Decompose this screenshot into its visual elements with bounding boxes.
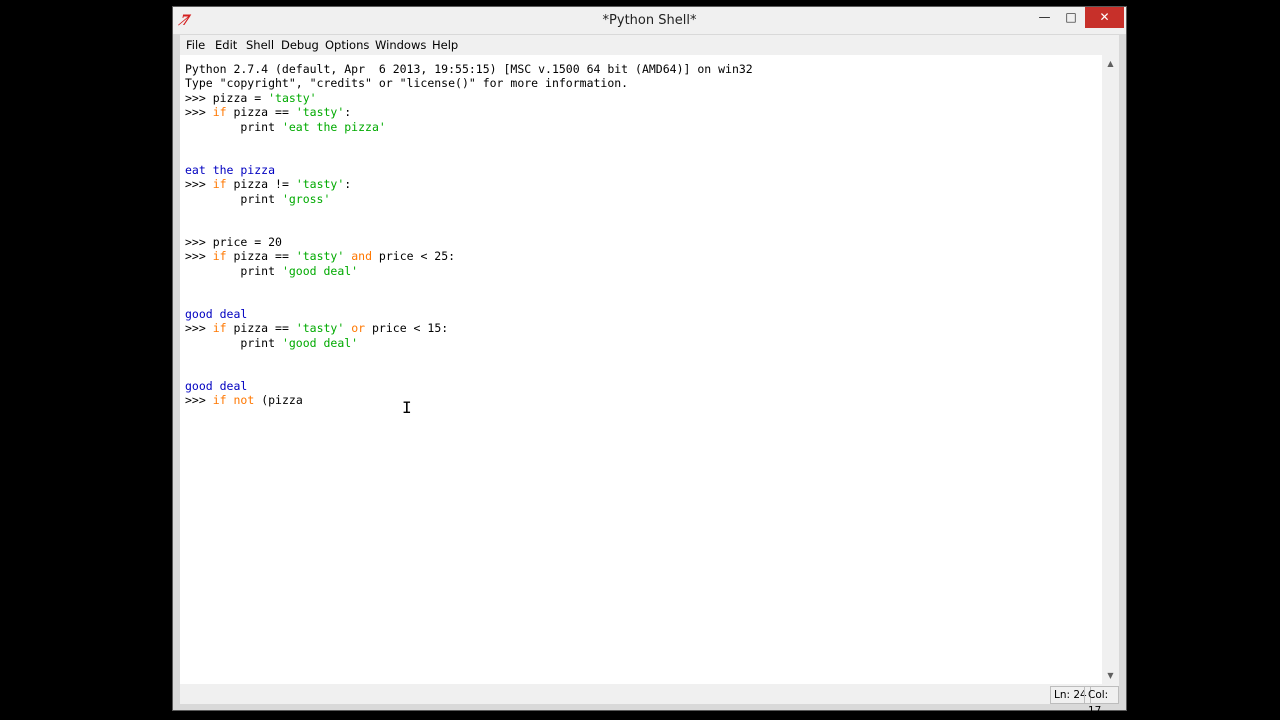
- code-token: print: [185, 119, 282, 134]
- code-token: print: [185, 335, 282, 350]
- code-token: >>> pizza =: [185, 90, 269, 105]
- string-token: 'eat the pizza': [281, 119, 386, 134]
- output-text: good deal: [185, 306, 248, 321]
- keyword-token: if: [212, 249, 227, 264]
- text-cursor-icon: I: [402, 398, 412, 417]
- menu-bar: File Edit Shell Debug Options Windows He…: [180, 35, 1119, 56]
- shell-line: eat the pizza: [185, 163, 275, 177]
- menu-options[interactable]: Options: [325, 35, 369, 55]
- code-token: price < 25:: [372, 249, 456, 264]
- menu-edit[interactable]: Edit: [215, 35, 237, 55]
- shell-line: >>> if pizza == 'tasty' or price < 15:: [185, 321, 448, 335]
- code-token: >>>: [185, 393, 213, 408]
- string-token: 'good deal': [281, 263, 359, 278]
- code-token: :: [344, 177, 352, 192]
- keyword-token: and: [351, 249, 372, 264]
- code-token: pizza ==: [226, 249, 296, 264]
- shell-line: print 'good deal': [185, 336, 358, 350]
- scroll-down-arrow-icon[interactable]: ▼: [1102, 667, 1119, 684]
- string-token: 'tasty': [295, 105, 345, 120]
- string-token: 'gross': [281, 191, 331, 206]
- code-token: print: [185, 263, 282, 278]
- shell-line: print 'gross': [185, 192, 330, 206]
- code-token: Type "copyright", "credits" or "license(…: [185, 76, 629, 91]
- shell-line: >>> if pizza == 'tasty':: [185, 105, 351, 119]
- menu-shell[interactable]: Shell: [246, 35, 274, 55]
- shell-line: print 'good deal': [185, 264, 358, 278]
- shell-output[interactable]: Python 2.7.4 (default, Apr 6 2013, 19:55…: [185, 62, 753, 408]
- keyword-token: not: [233, 393, 255, 408]
- code-token: pizza ==: [226, 105, 296, 120]
- keyword-token: if: [212, 321, 227, 336]
- keyword-token: if: [212, 177, 227, 192]
- keyword-token: if: [212, 393, 227, 408]
- code-token: pizza ==: [226, 321, 296, 336]
- shell-line: >>> if pizza != 'tasty':: [185, 177, 351, 191]
- menu-windows[interactable]: Windows: [375, 35, 426, 55]
- menu-help[interactable]: Help: [432, 35, 458, 55]
- menu-debug[interactable]: Debug: [281, 35, 319, 55]
- shell-line: >>> if not (pizza: [185, 393, 303, 407]
- title-bar[interactable]: 7̸ *Python Shell* — □ ✕: [173, 7, 1126, 34]
- code-token: >>> price = 20: [185, 234, 282, 249]
- output-text: good deal: [185, 378, 248, 393]
- code-token: :: [344, 105, 352, 120]
- string-token: 'tasty': [268, 90, 317, 105]
- shell-text-area[interactable]: Python 2.7.4 (default, Apr 6 2013, 19:55…: [180, 55, 1102, 684]
- shell-line: print 'eat the pizza': [185, 119, 386, 134]
- shell-line: >>> price = 20: [185, 235, 282, 249]
- shell-line: >>> if pizza == 'tasty' and price < 25:: [185, 249, 455, 263]
- string-token: 'tasty': [295, 249, 345, 264]
- menu-file[interactable]: File: [186, 35, 205, 55]
- code-token: pizza !=: [226, 177, 296, 192]
- shell-line: Type "copyright", "credits" or "license(…: [185, 76, 628, 90]
- keyword-token: or: [351, 321, 366, 336]
- code-token: print: [185, 191, 282, 206]
- maximize-button[interactable]: □: [1057, 7, 1085, 28]
- shell-line: Python 2.7.4 (default, Apr 6 2013, 19:55…: [185, 62, 753, 76]
- code-token: >>>: [185, 321, 213, 336]
- code-token: Python 2.7.4 (default, Apr 6 2013, 19:55…: [185, 62, 753, 76]
- code-token: (pizza: [254, 393, 303, 408]
- python-shell-window: 7̸ *Python Shell* — □ ✕ File Edit Shell …: [173, 7, 1126, 717]
- shell-line: >>> pizza = 'tasty': [185, 91, 317, 105]
- code-token: >>>: [185, 105, 213, 120]
- vertical-scrollbar[interactable]: ▲ ▼: [1102, 55, 1119, 684]
- status-column-number: Col: 17: [1084, 686, 1119, 717]
- shell-line: good deal: [185, 307, 247, 321]
- shell-line: good deal: [185, 379, 247, 393]
- code-token: price < 15:: [365, 321, 449, 336]
- string-token: 'good deal': [281, 335, 359, 350]
- scroll-up-arrow-icon[interactable]: ▲: [1102, 55, 1119, 72]
- string-token: 'tasty': [295, 321, 345, 336]
- status-bar: Ln: 24 Col: 17: [180, 684, 1119, 717]
- window-title: *Python Shell*: [602, 13, 697, 28]
- keyword-token: if: [212, 105, 227, 120]
- output-text: eat the pizza: [185, 162, 276, 177]
- code-token: >>>: [185, 177, 213, 192]
- code-token: >>>: [185, 249, 213, 264]
- close-button[interactable]: ✕: [1085, 7, 1124, 28]
- string-token: 'tasty': [295, 177, 345, 192]
- minimize-button[interactable]: —: [1031, 7, 1058, 28]
